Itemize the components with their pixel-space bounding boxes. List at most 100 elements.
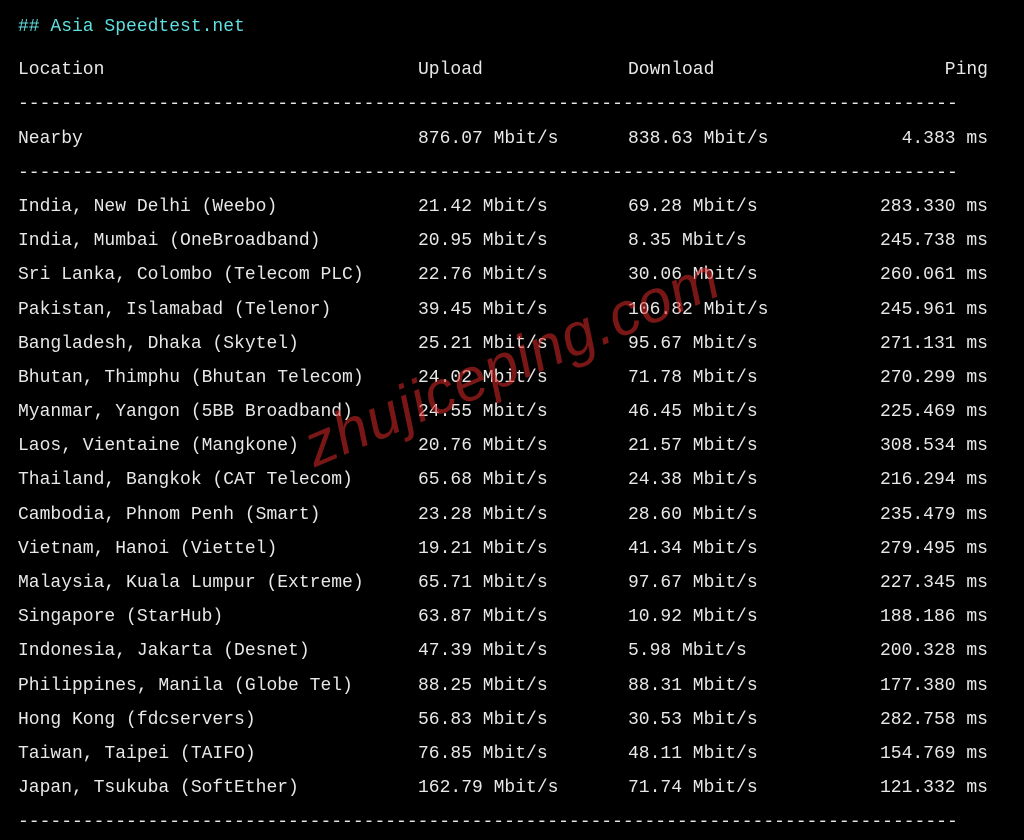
cell-upload: 65.68 Mbit/s: [418, 463, 628, 497]
table-row: Indonesia, Jakarta (Desnet)47.39 Mbit/s5…: [18, 634, 1006, 668]
cell-download: 71.78 Mbit/s: [628, 361, 838, 395]
rows-container: India, New Delhi (Weebo)21.42 Mbit/s69.2…: [18, 190, 1006, 805]
header-row: Location Upload Download Ping: [18, 53, 1006, 87]
table-row: Singapore (StarHub)63.87 Mbit/s10.92 Mbi…: [18, 600, 1006, 634]
cell-ping: 200.328 ms: [838, 634, 988, 668]
cell-ping: 235.479 ms: [838, 498, 988, 532]
cell-location: India, New Delhi (Weebo): [18, 190, 418, 224]
cell-location: India, Mumbai (OneBroadband): [18, 224, 418, 258]
cell-upload: 65.71 Mbit/s: [418, 566, 628, 600]
cell-upload: 24.55 Mbit/s: [418, 395, 628, 429]
table-row: India, Mumbai (OneBroadband)20.95 Mbit/s…: [18, 224, 1006, 258]
cell-ping: 270.299 ms: [838, 361, 988, 395]
cell-location: Myanmar, Yangon (5BB Broadband): [18, 395, 418, 429]
cell-download: 30.06 Mbit/s: [628, 258, 838, 292]
cell-download: 48.11 Mbit/s: [628, 737, 838, 771]
cell-ping: 121.332 ms: [838, 771, 988, 805]
table-row: Pakistan, Islamabad (Telenor)39.45 Mbit/…: [18, 293, 1006, 327]
cell-download: 95.67 Mbit/s: [628, 327, 838, 361]
cell-location: Japan, Tsukuba (SoftEther): [18, 771, 418, 805]
cell-location: Philippines, Manila (Globe Tel): [18, 669, 418, 703]
cell-upload: 20.76 Mbit/s: [418, 429, 628, 463]
header-download: Download: [628, 53, 838, 87]
cell-location: Laos, Vientaine (Mangkone): [18, 429, 418, 463]
cell-location: Hong Kong (fdcservers): [18, 703, 418, 737]
cell-ping: 216.294 ms: [838, 463, 988, 497]
cell-upload: 47.39 Mbit/s: [418, 634, 628, 668]
table-row: Malaysia, Kuala Lumpur (Extreme)65.71 Mb…: [18, 566, 1006, 600]
cell-ping: 225.469 ms: [838, 395, 988, 429]
table-row: Bangladesh, Dhaka (Skytel)25.21 Mbit/s95…: [18, 327, 1006, 361]
cell-upload: 20.95 Mbit/s: [418, 224, 628, 258]
nearby-location: Nearby: [18, 122, 418, 156]
header-ping: Ping: [838, 53, 988, 87]
cell-location: Taiwan, Taipei (TAIFO): [18, 737, 418, 771]
table-row: Hong Kong (fdcservers)56.83 Mbit/s30.53 …: [18, 703, 1006, 737]
divider: ----------------------------------------…: [18, 87, 1006, 121]
table-row: Laos, Vientaine (Mangkone)20.76 Mbit/s21…: [18, 429, 1006, 463]
cell-ping: 260.061 ms: [838, 258, 988, 292]
cell-upload: 56.83 Mbit/s: [418, 703, 628, 737]
cell-download: 5.98 Mbit/s: [628, 634, 838, 668]
table-row: Taiwan, Taipei (TAIFO)76.85 Mbit/s48.11 …: [18, 737, 1006, 771]
header-location: Location: [18, 53, 418, 87]
nearby-upload: 876.07 Mbit/s: [418, 122, 628, 156]
cell-download: 69.28 Mbit/s: [628, 190, 838, 224]
table-row: Bhutan, Thimphu (Bhutan Telecom)24.02 Mb…: [18, 361, 1006, 395]
table-row: Philippines, Manila (Globe Tel)88.25 Mbi…: [18, 669, 1006, 703]
cell-location: Thailand, Bangkok (CAT Telecom): [18, 463, 418, 497]
nearby-ping: 4.383 ms: [838, 122, 988, 156]
cell-ping: 177.380 ms: [838, 669, 988, 703]
cell-upload: 88.25 Mbit/s: [418, 669, 628, 703]
cell-download: 21.57 Mbit/s: [628, 429, 838, 463]
cell-location: Pakistan, Islamabad (Telenor): [18, 293, 418, 327]
cell-upload: 76.85 Mbit/s: [418, 737, 628, 771]
cell-download: 41.34 Mbit/s: [628, 532, 838, 566]
cell-ping: 188.186 ms: [838, 600, 988, 634]
cell-ping: 154.769 ms: [838, 737, 988, 771]
cell-download: 10.92 Mbit/s: [628, 600, 838, 634]
cell-ping: 227.345 ms: [838, 566, 988, 600]
cell-location: Vietnam, Hanoi (Viettel): [18, 532, 418, 566]
cell-upload: 25.21 Mbit/s: [418, 327, 628, 361]
table-row: Vietnam, Hanoi (Viettel)19.21 Mbit/s41.3…: [18, 532, 1006, 566]
cell-ping: 308.534 ms: [838, 429, 988, 463]
cell-location: Sri Lanka, Colombo (Telecom PLC): [18, 258, 418, 292]
cell-download: 8.35 Mbit/s: [628, 224, 838, 258]
cell-upload: 21.42 Mbit/s: [418, 190, 628, 224]
table-row: Myanmar, Yangon (5BB Broadband)24.55 Mbi…: [18, 395, 1006, 429]
cell-location: Indonesia, Jakarta (Desnet): [18, 634, 418, 668]
cell-download: 28.60 Mbit/s: [628, 498, 838, 532]
divider: ----------------------------------------…: [18, 805, 1006, 839]
cell-location: Bhutan, Thimphu (Bhutan Telecom): [18, 361, 418, 395]
cell-location: Bangladesh, Dhaka (Skytel): [18, 327, 418, 361]
cell-ping: 245.961 ms: [838, 293, 988, 327]
cell-location: Malaysia, Kuala Lumpur (Extreme): [18, 566, 418, 600]
table-row: India, New Delhi (Weebo)21.42 Mbit/s69.2…: [18, 190, 1006, 224]
cell-download: 46.45 Mbit/s: [628, 395, 838, 429]
table-row: Sri Lanka, Colombo (Telecom PLC)22.76 Mb…: [18, 258, 1006, 292]
cell-upload: 39.45 Mbit/s: [418, 293, 628, 327]
cell-upload: 22.76 Mbit/s: [418, 258, 628, 292]
nearby-row: Nearby 876.07 Mbit/s 838.63 Mbit/s 4.383…: [18, 122, 1006, 156]
table-row: Thailand, Bangkok (CAT Telecom)65.68 Mbi…: [18, 463, 1006, 497]
cell-upload: 162.79 Mbit/s: [418, 771, 628, 805]
divider: ----------------------------------------…: [18, 156, 1006, 190]
cell-download: 30.53 Mbit/s: [628, 703, 838, 737]
cell-download: 88.31 Mbit/s: [628, 669, 838, 703]
cell-location: Singapore (StarHub): [18, 600, 418, 634]
cell-ping: 279.495 ms: [838, 532, 988, 566]
table-row: Cambodia, Phnom Penh (Smart)23.28 Mbit/s…: [18, 498, 1006, 532]
cell-ping: 245.738 ms: [838, 224, 988, 258]
cell-upload: 24.02 Mbit/s: [418, 361, 628, 395]
cell-upload: 23.28 Mbit/s: [418, 498, 628, 532]
cell-download: 24.38 Mbit/s: [628, 463, 838, 497]
cell-download: 106.82 Mbit/s: [628, 293, 838, 327]
cell-ping: 283.330 ms: [838, 190, 988, 224]
section-title: ## Asia Speedtest.net: [18, 10, 1006, 44]
cell-upload: 19.21 Mbit/s: [418, 532, 628, 566]
cell-upload: 63.87 Mbit/s: [418, 600, 628, 634]
cell-download: 97.67 Mbit/s: [628, 566, 838, 600]
cell-ping: 282.758 ms: [838, 703, 988, 737]
table-row: Japan, Tsukuba (SoftEther)162.79 Mbit/s7…: [18, 771, 1006, 805]
